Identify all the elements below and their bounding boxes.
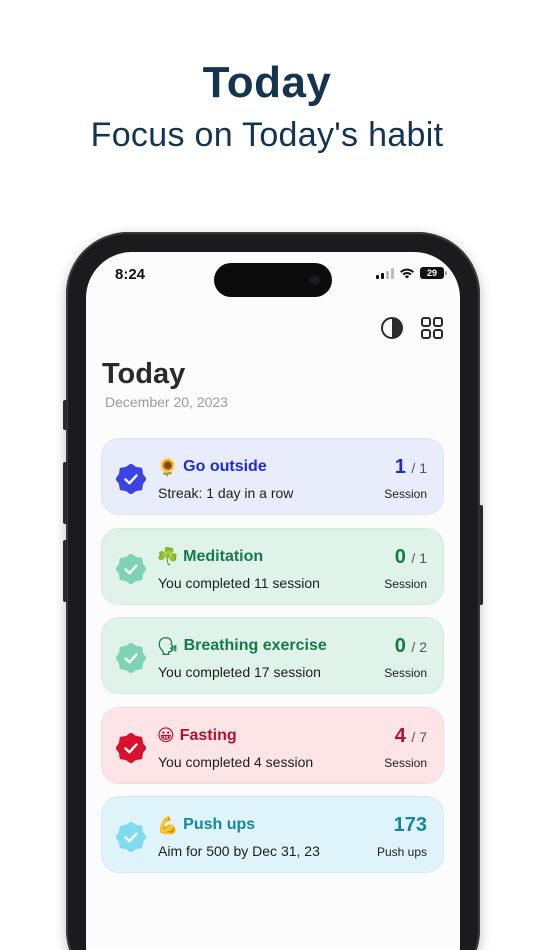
- volume-down-button: [63, 540, 67, 602]
- habit-count-total: / 7: [411, 728, 427, 745]
- wifi-icon: [400, 268, 414, 279]
- habit-name: Fasting: [179, 726, 237, 744]
- habit-detail: You completed 4 session: [158, 753, 314, 770]
- habit-card[interactable]: 💪 Push ups Aim for 500 by Dec 31, 23 173…: [101, 796, 444, 873]
- habit-name-row: 💪 Push ups: [157, 816, 255, 834]
- habit-name-row: 🗣 Breathing exercise: [157, 637, 327, 655]
- habit-emoji: 😀: [157, 726, 175, 745]
- status-time: 8:24: [115, 266, 146, 283]
- promo-subtitle: Focus on Today's habit: [90, 116, 444, 154]
- habit-count-value: 4: [394, 724, 406, 747]
- habit-emoji: 🗣: [157, 636, 179, 656]
- page-date: December 20, 2023: [105, 394, 228, 410]
- habit-count-value: 0: [394, 545, 406, 568]
- habit-unit: Session: [384, 487, 427, 501]
- phone-screen: 8:24 29 Today December 20, 2023 🌻 Go out…: [86, 252, 460, 950]
- habit-name: Push ups: [183, 816, 256, 833]
- habit-card[interactable]: 🗣 Breathing exercise You completed 17 se…: [101, 617, 444, 694]
- habit-card[interactable]: 😀 Fasting You completed 4 session 4 / 7 …: [101, 706, 444, 784]
- habit-name-row: ☘️ Meditation: [157, 548, 263, 566]
- habit-count-value: 173: [393, 814, 427, 836]
- habit-count-total: / 1: [411, 460, 427, 476]
- habit-emoji: 💪: [157, 815, 179, 835]
- habit-unit: Session: [384, 666, 427, 680]
- top-actions: [380, 316, 444, 340]
- habit-card[interactable]: ☘️ Meditation You completed 11 session 0…: [101, 527, 444, 605]
- habit-unit: Push ups: [376, 845, 427, 859]
- page-title: Today: [102, 358, 186, 390]
- volume-up-button: [63, 462, 67, 524]
- habit-detail: You completed 11 session: [158, 574, 320, 591]
- power-button: [479, 505, 483, 605]
- habit-count-value: 1: [394, 456, 406, 478]
- camera-dot: [310, 275, 320, 285]
- check-badge-icon[interactable]: [116, 553, 146, 584]
- battery-icon: 29: [420, 267, 447, 279]
- silent-switch: [63, 400, 67, 430]
- habit-name: Meditation: [183, 547, 264, 565]
- habit-count: 0 / 1: [395, 546, 427, 569]
- status-icons: 29: [376, 267, 447, 279]
- grid-icon[interactable]: [420, 316, 444, 340]
- habit-count: 173: [394, 814, 427, 837]
- habit-emoji: 🌻: [157, 457, 179, 477]
- habit-unit: Session: [384, 576, 427, 591]
- contrast-icon[interactable]: [380, 316, 404, 340]
- habit-name-row: 😀 Fasting: [157, 727, 237, 745]
- habit-count-value: 0: [394, 635, 406, 657]
- habit-emoji: ☘️: [157, 547, 179, 566]
- signal-icon: [376, 267, 394, 279]
- promo-title: Today: [202, 58, 332, 107]
- habit-name: Breathing exercise: [183, 637, 327, 654]
- habit-count: 4 / 7: [395, 725, 427, 748]
- habit-detail: Aim for 500 by Dec 31, 23: [158, 843, 320, 859]
- habit-unit: Session: [384, 755, 427, 770]
- dynamic-island: [214, 263, 332, 297]
- habit-count: 1 / 1: [395, 456, 427, 479]
- habit-count-total: / 2: [411, 639, 427, 655]
- check-badge-icon[interactable]: [116, 732, 146, 763]
- habit-count: 0 / 2: [395, 635, 427, 658]
- habit-name: Go outside: [183, 458, 267, 475]
- check-badge-icon[interactable]: [116, 464, 146, 494]
- habit-detail: You completed 17 session: [158, 664, 321, 680]
- habit-name-row: 🌻 Go outside: [157, 458, 267, 476]
- habit-detail: Streak: 1 day in a row: [158, 485, 294, 501]
- habit-count-total: / 1: [411, 549, 427, 566]
- check-badge-icon[interactable]: [116, 822, 146, 852]
- habit-card[interactable]: 🌻 Go outside Streak: 1 day in a row 1 / …: [101, 438, 444, 515]
- habit-list: 🌻 Go outside Streak: 1 day in a row 1 / …: [101, 438, 444, 886]
- check-badge-icon[interactable]: [116, 643, 146, 673]
